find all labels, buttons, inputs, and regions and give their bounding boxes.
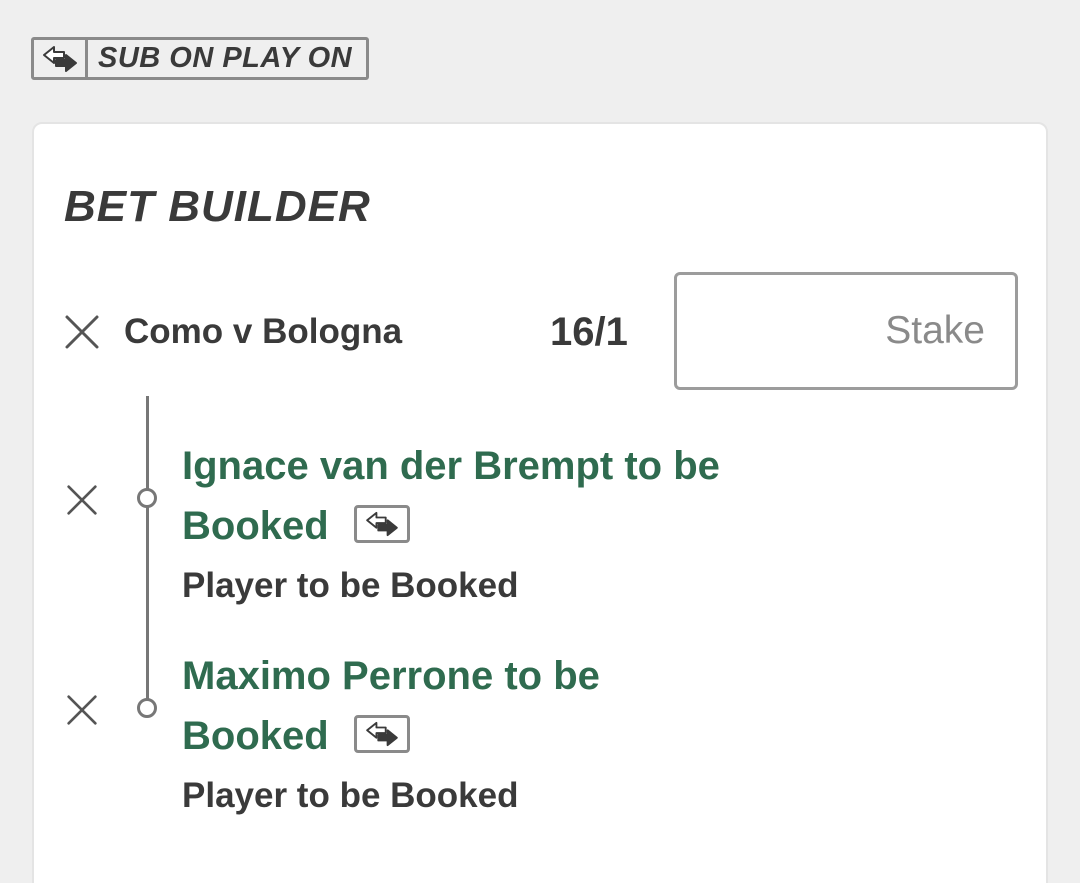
remove-selection-close-icon[interactable] (66, 484, 98, 516)
selection-name: Maximo Perrone to be Booked (182, 646, 682, 766)
bet-builder-title: BET BUILDER (64, 182, 371, 231)
remove-selection-close-icon[interactable] (66, 694, 98, 726)
selection-name-text: Ignace van der Brempt to be Booked (182, 444, 720, 548)
timeline-node (137, 488, 157, 508)
timeline-node (137, 698, 157, 718)
selection-market: Player to be Booked (182, 566, 519, 605)
bet-odds: 16/1 (550, 310, 628, 354)
selection-market: Player to be Booked (182, 776, 519, 815)
sub-on-play-on-badge: SUB ON PLAY ON (31, 37, 370, 80)
selection-name: Ignace van der Brempt to be Booked (182, 436, 742, 556)
swap-arrows-icon (353, 505, 410, 544)
timeline-connector (146, 396, 149, 710)
event-name: Como v Bologna (124, 312, 403, 351)
swap-arrows-icon (353, 715, 410, 754)
bet-builder-card: BET BUILDER Como v Bologna 16/1 Ignace v… (32, 122, 1048, 883)
sub-on-play-on-label: SUB ON PLAY ON (98, 42, 353, 74)
swap-arrows-icon (34, 40, 88, 77)
bet-slip-page: SUB ON PLAY ON BET BUILDER Como v Bologn… (0, 0, 1080, 883)
remove-bet-close-icon[interactable] (64, 314, 100, 350)
stake-input[interactable] (674, 272, 1018, 390)
